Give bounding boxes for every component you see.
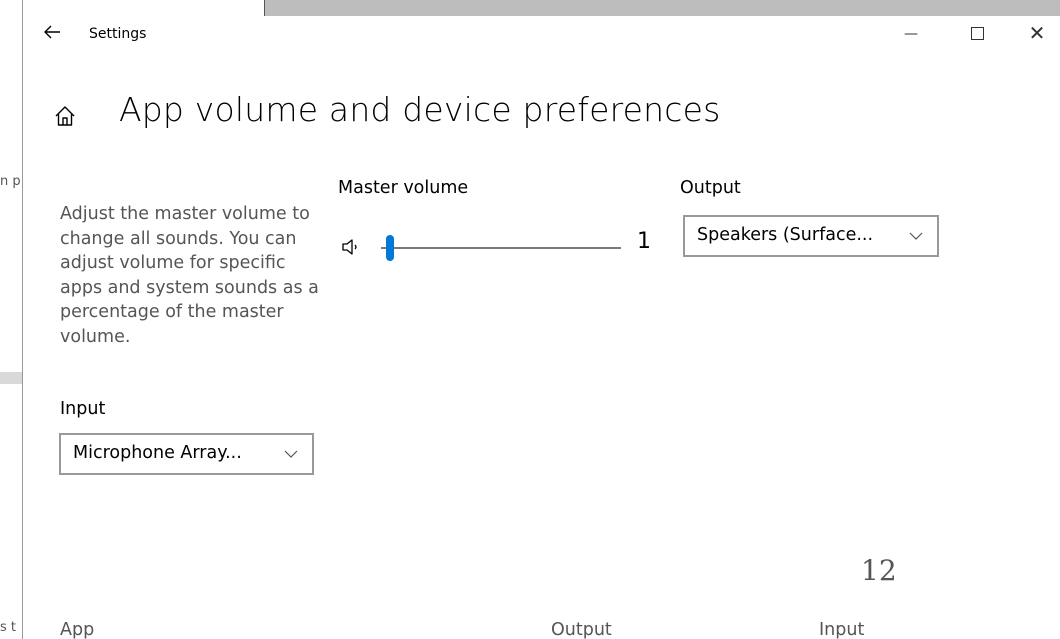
background-text-fragment: n p	[0, 174, 21, 189]
master-volume-slider[interactable]	[381, 230, 621, 266]
home-icon[interactable]	[53, 104, 83, 134]
column-header-app: App	[60, 620, 95, 639]
input-device-dropdown[interactable]: Microphone Array...	[59, 433, 314, 475]
background-text-fragment: s t	[0, 620, 17, 635]
settings-window: Settings — ✕ App volume and device prefe…	[23, 16, 1060, 639]
master-volume-value: 1	[637, 229, 651, 254]
output-label: Output	[680, 178, 741, 198]
background-window-titlebar	[264, 0, 1060, 16]
slider-track	[381, 247, 621, 249]
output-device-dropdown[interactable]: Speakers (Surface...	[683, 215, 939, 257]
output-device-value: Speakers (Surface...	[697, 225, 874, 245]
master-volume-label: Master volume	[338, 178, 469, 198]
back-arrow-icon	[44, 25, 60, 39]
background-divider	[0, 372, 22, 384]
back-button[interactable]	[43, 22, 73, 44]
minimize-button[interactable]: —	[891, 22, 931, 44]
page-title: App volume and device preferences	[119, 90, 721, 129]
column-header-input: Input	[819, 620, 865, 639]
maximize-icon	[970, 27, 984, 40]
close-icon: ✕	[1028, 21, 1046, 45]
close-button[interactable]: ✕	[1017, 22, 1057, 44]
column-header-output: Output	[551, 620, 612, 639]
page-number: 12	[861, 554, 897, 587]
maximize-button[interactable]	[957, 22, 997, 44]
chevron-down-icon	[284, 450, 298, 458]
title-bar: Settings — ✕	[23, 16, 1060, 50]
slider-thumb[interactable]	[386, 235, 395, 261]
chevron-down-icon	[909, 232, 923, 240]
page-description: Adjust the master volume to change all s…	[60, 204, 319, 347]
speaker-icon[interactable]	[341, 236, 363, 258]
minimize-icon: —	[904, 26, 918, 42]
input-label: Input	[60, 399, 106, 419]
input-device-value: Microphone Array...	[73, 443, 242, 463]
window-title: Settings	[89, 26, 147, 42]
